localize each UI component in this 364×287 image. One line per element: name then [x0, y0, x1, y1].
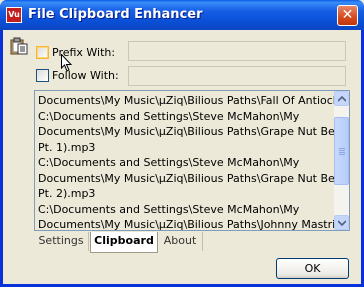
ok-button[interactable]: OK [276, 258, 349, 279]
clipboard-line: C:\Documents and Settings\Steve McMahon\… [38, 202, 300, 216]
title-bar[interactable]: Vu File Clipboard Enhancer ✕ [0, 0, 364, 30]
mouse-pointer-icon [61, 54, 73, 72]
clipboard-line: Documents\My Music\µZiq\Bilious Paths\Gr… [38, 171, 350, 185]
scroll-up-button[interactable] [334, 91, 349, 106]
tab-about[interactable]: About [158, 232, 203, 251]
follow-input[interactable] [128, 66, 346, 86]
app-logo-icon[interactable]: Vu [6, 7, 22, 23]
follow-checkbox[interactable] [36, 69, 49, 82]
clipboard-line: Pt. 2).mp3 [38, 187, 96, 200]
window-title: File Clipboard Enhancer [28, 7, 203, 22]
clipboard-line: Documents\My Music\µZiq\Bilious Paths\Fa… [38, 94, 350, 107]
tab-strip: Settings Clipboard About [34, 232, 350, 253]
clipboard-line: Pt. 1).mp3 [38, 140, 96, 154]
prefix-checkbox[interactable] [36, 46, 49, 59]
tab-clipboard[interactable]: Clipboard [90, 232, 158, 253]
clipboard-line: C:\Documents and Settings\Steve McMahon\… [38, 109, 300, 123]
clipboard-textarea[interactable]: Documents\My Music\µZiq\Bilious Paths\Fa… [34, 90, 350, 231]
vertical-scrollbar[interactable] [334, 91, 349, 230]
close-button[interactable]: ✕ [337, 5, 358, 26]
clipboard-line: C:\Documents and Settings\Steve McMahon\… [38, 156, 300, 169]
clipboard-icon [10, 37, 28, 55]
clipboard-line: Documents\My Music\µZiq\Bilious Paths\Gr… [38, 125, 350, 138]
tab-settings[interactable]: Settings [34, 232, 89, 251]
clipboard-lines: Documents\My Music\µZiq\Bilious Paths\Fa… [38, 93, 350, 231]
scroll-down-button[interactable] [334, 215, 349, 230]
scroll-thumb[interactable] [334, 117, 349, 185]
arrow-down-icon [338, 220, 346, 226]
prefix-input[interactable] [128, 41, 346, 61]
clipboard-line: Documents\My Music\µZiq\Bilious Paths\Jo… [38, 218, 350, 231]
arrow-up-icon [338, 96, 346, 102]
